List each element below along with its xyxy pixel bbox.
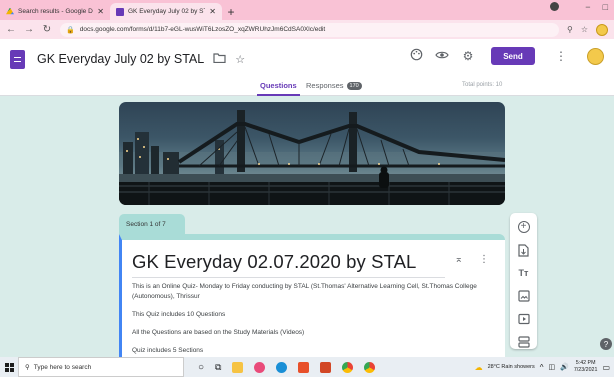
browser-tab-drive[interactable]: Search results - Google Drive ✕ (0, 3, 110, 20)
task-view-icon[interactable]: ⧉ (215, 362, 221, 373)
section-more-options-icon[interactable]: ⋮ (479, 254, 489, 265)
google-drive-icon (6, 7, 14, 15)
collapse-section-icon[interactable]: ⌅ (455, 254, 463, 265)
taskbar-apps: ○ ⧉ (198, 361, 376, 373)
tab-questions[interactable]: Questions (257, 81, 300, 96)
file-explorer-icon[interactable] (232, 361, 244, 373)
office-icon[interactable] (298, 361, 310, 373)
more-options-icon[interactable]: ⋮ (555, 49, 567, 63)
preview-eye-icon[interactable] (435, 49, 449, 63)
form-tabs: Questions Responses 170 Total points: 10 (0, 79, 614, 96)
google-forms-logo-icon[interactable] (10, 49, 25, 69)
tray-chevron-icon[interactable]: ^ (540, 363, 544, 372)
browser-tab-strip: Search results - Google Drive ✕ GK Every… (0, 0, 614, 20)
system-tray: ☁ 28°C Rain showers ^ ◫ 🔊 5:42 PM 7/23/2… (475, 357, 610, 377)
windows-taskbar: ⚲ Type here to search ○ ⧉ ☁ 28°C Rain sh… (0, 357, 614, 377)
zoom-icon[interactable]: ⚲ (567, 25, 573, 34)
section-description[interactable]: This Quiz includes 10 Questions (132, 310, 495, 320)
browser-tab-forms[interactable]: GK Everyday July 02 by STAL - G ✕ (110, 3, 222, 20)
search-icon: ⚲ (25, 364, 30, 371)
card-actions: ⌅ ⋮ (455, 254, 489, 265)
tab-responses[interactable]: Responses 170 (306, 81, 362, 91)
omnibox-actions: ⚲ ☆ (567, 23, 608, 36)
window-controls: − □ (550, 2, 608, 12)
form-title[interactable]: GK Everyday July 02 by STAL (37, 52, 204, 66)
profile-avatar[interactable] (596, 23, 608, 36)
clock-date: 7/23/2021 (573, 367, 598, 373)
bookmark-star-icon[interactable]: ☆ (581, 25, 588, 34)
network-icon[interactable]: ◫ (549, 363, 556, 371)
section-title[interactable]: GK Everyday 02.07.2020 by STAL (132, 251, 495, 273)
responses-count-badge: 170 (346, 82, 362, 91)
back-arrow-icon[interactable]: ← (6, 24, 16, 35)
help-icon[interactable]: ? (600, 338, 612, 350)
google-forms-icon (116, 7, 124, 16)
taskbar-search-placeholder: Type here to search (33, 363, 92, 371)
windows-start-icon[interactable] (0, 362, 18, 372)
send-button[interactable]: Send (491, 47, 535, 65)
forward-arrow-icon[interactable]: → (24, 24, 34, 35)
chrome-icon[interactable] (342, 361, 354, 373)
account-avatar[interactable] (587, 47, 604, 65)
add-section-icon[interactable] (517, 335, 531, 349)
add-video-icon[interactable] (517, 312, 531, 326)
tab-responses-label: Responses (306, 81, 344, 90)
header-actions: ⚙ Send ⋮ (409, 47, 604, 65)
section-header-card[interactable]: ⌅ ⋮ GK Everyday 02.07.2020 by STAL This … (119, 234, 505, 369)
move-to-folder-icon[interactable] (213, 52, 226, 66)
clock-time: 5:42 PM (575, 360, 596, 366)
title-underline (132, 277, 445, 278)
powerpoint-icon[interactable] (320, 361, 332, 373)
notifications-icon[interactable]: ▭ (602, 363, 610, 372)
new-tab-button[interactable]: + (222, 3, 240, 20)
section-indicator: Section 1 of 7 (119, 214, 185, 234)
taskbar-search[interactable]: ⚲ Type here to search (18, 357, 184, 377)
form-header-image (119, 102, 505, 205)
weather-icon[interactable]: ☁ (475, 363, 483, 372)
palette-icon[interactable] (409, 48, 423, 64)
browser-toolbar: ← → ↻ 🔒 docs.google.com/forms/d/11b7-eGL… (0, 20, 614, 39)
volume-icon[interactable]: 🔊 (560, 363, 569, 371)
forms-header: GK Everyday July 02 by STAL ☆ ⚙ Send ⋮ (0, 39, 614, 79)
settings-gear-icon[interactable]: ⚙ (461, 49, 475, 63)
add-image-icon[interactable] (517, 289, 531, 303)
app-icon[interactable] (254, 361, 266, 373)
taskbar-clock[interactable]: 5:42 PM 7/23/2021 (574, 360, 598, 374)
question-toolbar: + Tт (510, 213, 537, 349)
total-points: Total points: 10 (462, 82, 503, 88)
star-icon[interactable]: ☆ (235, 53, 245, 66)
tab-title: Search results - Google Drive (18, 8, 93, 15)
maximize-button[interactable]: □ (603, 2, 608, 12)
close-icon[interactable]: ✕ (209, 7, 216, 16)
section-description[interactable]: This is an Online Quiz- Monday to Friday… (132, 282, 495, 302)
address-bar[interactable]: 🔒 docs.google.com/forms/d/11b7-eGL-wusWi… (60, 22, 559, 37)
section-description[interactable]: All the Questions are based on the Study… (132, 328, 495, 338)
cortana-icon[interactable]: ○ (198, 362, 204, 373)
chrome-profile-icon[interactable] (550, 2, 560, 11)
import-questions-icon[interactable] (517, 243, 531, 257)
chrome-profile-taskbar-icon[interactable] (364, 361, 376, 373)
edge-icon[interactable] (276, 361, 288, 373)
section-description[interactable]: Quiz includes 5 Sections (132, 346, 495, 356)
lock-icon[interactable]: 🔒 (66, 26, 75, 34)
add-question-icon[interactable]: + (517, 220, 531, 234)
url-text: docs.google.com/forms/d/11b7-eGL-wusWiT6… (79, 26, 326, 33)
add-title-icon[interactable]: Tт (517, 266, 531, 280)
minimize-button[interactable]: − (585, 2, 590, 12)
tab-title: GK Everyday July 02 by STAL - G (128, 8, 205, 15)
reload-icon[interactable]: ↻ (42, 24, 52, 35)
close-icon[interactable]: ✕ (97, 7, 104, 16)
weather-text[interactable]: 28°C Rain showers (488, 364, 535, 370)
